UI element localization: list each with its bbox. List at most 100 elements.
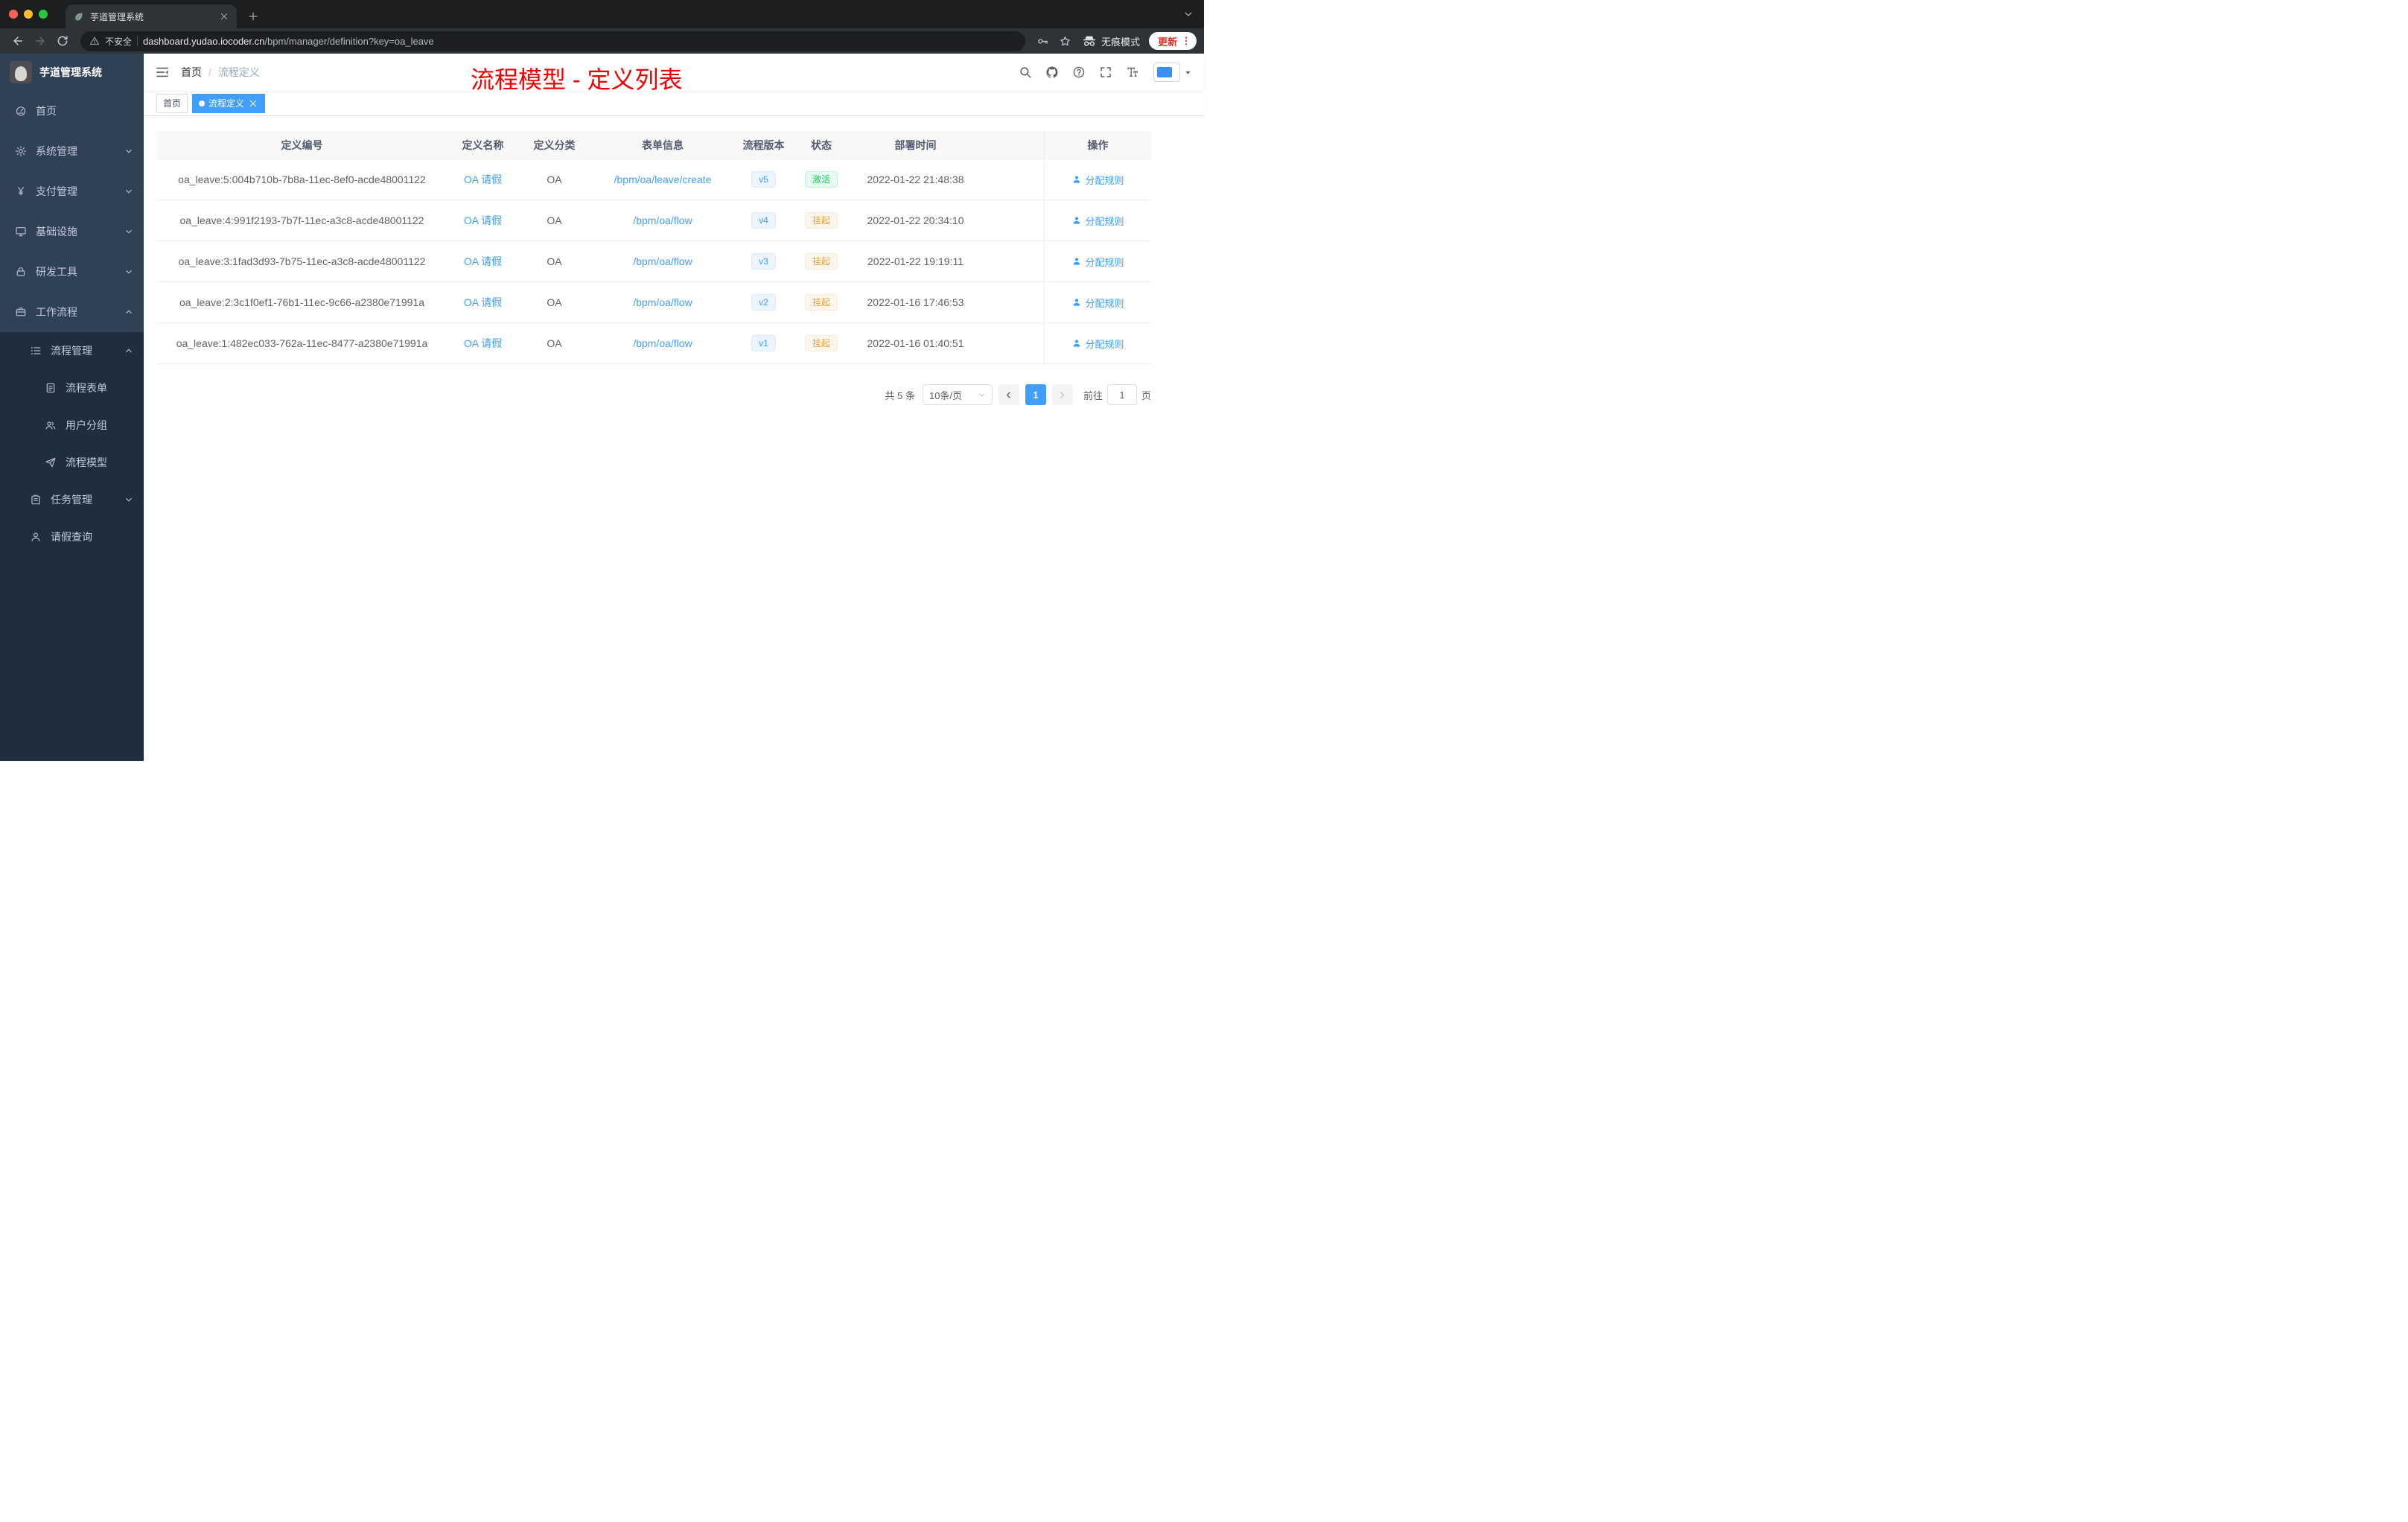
sidebar-toggle-button[interactable]	[144, 54, 181, 91]
form-info-link[interactable]: /bpm/oa/flow	[633, 214, 692, 226]
definition-id: oa_leave:3:1fad3d93-7b75-11ec-a3c8-acde4…	[178, 255, 426, 267]
column-header-version: 流程版本	[742, 138, 785, 151]
definition-id: oa_leave:4:991f2193-7b7f-11ec-a3c8-acde4…	[179, 214, 424, 226]
sidebar-item-label: 基础设施	[36, 226, 77, 238]
pagination-total: 共 5 条	[885, 389, 915, 401]
users-icon	[45, 419, 57, 431]
goto-page-input[interactable]	[1106, 384, 1137, 405]
sidebar-item-infrastructure[interactable]: 基础设施	[0, 211, 144, 252]
assign-rule-link[interactable]: 分配规则	[1071, 214, 1124, 228]
font-size-icon	[1126, 66, 1139, 79]
tab-search-icon[interactable]	[1183, 9, 1194, 19]
sidebar-item-dev-tools[interactable]: 研发工具	[0, 252, 144, 292]
sidebar-item-user-group[interactable]: 用户分组	[0, 407, 144, 444]
sidebar-item-task-management[interactable]: 任务管理	[0, 481, 144, 518]
bookmark-button[interactable]	[1055, 31, 1076, 51]
sidebar-item-home[interactable]: 首页	[0, 91, 144, 131]
sidebar-item-process-management[interactable]: 流程管理	[0, 332, 144, 369]
chevron-down-icon	[124, 187, 133, 196]
github-link[interactable]	[1042, 63, 1063, 82]
tag-process-definition[interactable]: 流程定义	[192, 93, 266, 113]
user-avatar-menu[interactable]	[1153, 63, 1192, 82]
url-domain: dashboard.yudao.iocoder.cn	[143, 35, 265, 47]
password-manager-button[interactable]	[1033, 31, 1054, 51]
font-size-button[interactable]	[1122, 63, 1143, 82]
goto-unit: 页	[1141, 389, 1151, 401]
sidebar-item-payment-management[interactable]: 支付管理	[0, 171, 144, 211]
breadcrumb-home[interactable]: 首页	[181, 65, 202, 80]
sidebar-logo[interactable]: 芋道管理系统	[0, 54, 144, 91]
search-icon	[1019, 66, 1032, 79]
chevron-right-icon	[1057, 390, 1067, 400]
assign-rule-link[interactable]: 分配规则	[1071, 296, 1124, 310]
assign-rule-link[interactable]: 分配规则	[1071, 173, 1124, 187]
browser-tab[interactable]: 芋道管理系统	[66, 4, 237, 28]
fullscreen-icon	[1099, 66, 1112, 79]
tag-close-icon[interactable]	[248, 98, 258, 109]
brand-name: 芋道管理系统	[39, 66, 102, 78]
table-row: oa_leave:4:991f2193-7b7f-11ec-a3c8-acde4…	[157, 200, 1151, 241]
close-window-button[interactable]	[9, 10, 18, 19]
kebab-menu-icon[interactable]	[1180, 35, 1192, 47]
browser-update-chip[interactable]: 更新	[1148, 32, 1197, 50]
form-info-link[interactable]: /bpm/oa/flow	[633, 337, 692, 349]
pagination-goto: 前往 页	[1083, 384, 1151, 405]
sidebar-item-leave-query[interactable]: 请假查询	[0, 518, 144, 555]
sidebar-item-process-form[interactable]: 流程表单	[0, 369, 144, 407]
page-number-1[interactable]: 1	[1025, 384, 1046, 405]
sidebar-item-label: 任务管理	[51, 494, 92, 506]
url-text: dashboard.yudao.iocoder.cn/bpm/manager/d…	[143, 36, 434, 47]
definition-name-link[interactable]: OA 请假	[464, 172, 502, 187]
chevron-down-icon	[124, 495, 133, 504]
definition-name-link[interactable]: OA 请假	[464, 213, 502, 228]
back-button[interactable]	[7, 31, 28, 51]
minimize-window-button[interactable]	[24, 10, 33, 19]
sidebar-item-label: 工作流程	[36, 306, 77, 318]
person-icon	[1071, 338, 1082, 348]
chevron-left-icon	[1004, 390, 1013, 400]
forward-button[interactable]	[30, 31, 51, 51]
main-area: 流程模型 - 定义列表 首页 / 流程定义 首页 流程定义 定义编号 定义名称 …	[144, 54, 1204, 761]
definition-id: oa_leave:1:482ec033-762a-11ec-8477-a2380…	[176, 337, 428, 349]
version-badge: v3	[751, 253, 776, 270]
deploy-time: 2022-01-22 19:19:11	[867, 255, 963, 267]
key-icon	[1036, 35, 1049, 48]
definition-name-link[interactable]: OA 请假	[464, 254, 502, 269]
status-badge: 挂起	[804, 212, 838, 229]
sidebar-item-label: 请假查询	[51, 531, 92, 543]
sidebar-item-label: 系统管理	[36, 145, 77, 157]
header-search-button[interactable]	[1015, 63, 1036, 82]
help-button[interactable]	[1068, 63, 1089, 82]
question-icon	[1072, 66, 1086, 79]
tag-home[interactable]: 首页	[156, 93, 188, 113]
tab-close-icon[interactable]	[219, 11, 229, 22]
sidebar-item-process-model[interactable]: 流程模型	[0, 444, 144, 481]
reload-button[interactable]	[52, 31, 73, 51]
definition-name-link[interactable]: OA 请假	[464, 295, 502, 310]
fullscreen-button[interactable]	[1095, 63, 1116, 82]
page-size-select[interactable]: 10条/页	[922, 384, 993, 405]
form-info-link[interactable]: /bpm/oa/leave/create	[614, 173, 712, 185]
table-row: oa_leave:1:482ec033-762a-11ec-8477-a2380…	[157, 323, 1151, 364]
definition-name-link[interactable]: OA 请假	[464, 336, 502, 351]
address-bar[interactable]: 不安全 dashboard.yudao.iocoder.cn/bpm/manag…	[80, 31, 1025, 51]
form-info-link[interactable]: /bpm/oa/flow	[633, 296, 692, 308]
column-header-filler	[980, 131, 1044, 159]
maximize-window-button[interactable]	[39, 10, 48, 19]
sidebar-item-system-management[interactable]: 系统管理	[0, 131, 144, 171]
status-badge: 激活	[804, 171, 838, 188]
new-tab-button[interactable]	[247, 10, 259, 22]
sidebar-item-label: 流程表单	[66, 382, 107, 394]
sidebar-item-workflow[interactable]: 工作流程	[0, 292, 144, 332]
briefcase-icon	[15, 306, 27, 318]
prev-page-button[interactable]	[998, 384, 1019, 405]
next-page-button[interactable]	[1051, 384, 1073, 405]
assign-rule-link[interactable]: 分配规则	[1071, 337, 1124, 351]
assign-rule-link[interactable]: 分配规则	[1071, 255, 1124, 269]
form-info-link[interactable]: /bpm/oa/flow	[633, 255, 692, 267]
column-header-name: 定义名称	[462, 138, 504, 151]
assign-rule-label: 分配规则	[1085, 256, 1124, 268]
definition-category: OA	[547, 255, 562, 267]
assign-rule-label: 分配规则	[1085, 338, 1124, 350]
security-label[interactable]: 不安全	[105, 35, 132, 48]
